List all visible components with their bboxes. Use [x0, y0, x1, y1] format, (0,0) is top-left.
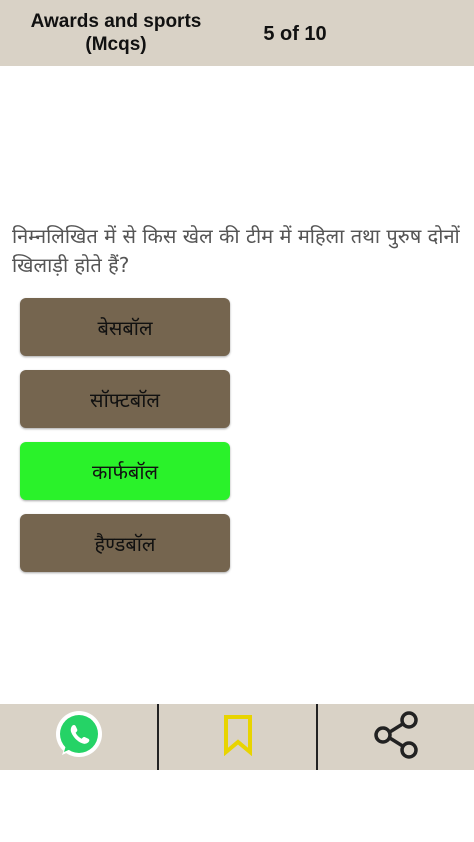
option-button-3-correct[interactable]: कार्फबॉल — [20, 442, 230, 500]
bottom-action-bar — [0, 704, 474, 770]
option-button-1[interactable]: बेसबॉल — [20, 298, 230, 356]
option-button-2[interactable]: सॉफ्टबॉल — [20, 370, 230, 428]
top-header: Awards and sports (Mcqs) 5 of 10 — [0, 0, 474, 66]
option-button-4[interactable]: हैण्डबॉल — [20, 514, 230, 572]
bookmark-icon — [221, 714, 255, 760]
share-button[interactable] — [318, 704, 474, 770]
whatsapp-share-button[interactable] — [0, 704, 157, 770]
question-counter: 5 of 10 — [263, 23, 327, 45]
share-icon — [369, 707, 425, 767]
bookmark-button[interactable] — [159, 704, 316, 770]
question-text: निम्नलिखित में से किस खेल की टीम में महि… — [12, 224, 460, 277]
quiz-title: Awards and sports (Mcqs) — [30, 11, 202, 55]
whatsapp-icon — [53, 709, 105, 765]
